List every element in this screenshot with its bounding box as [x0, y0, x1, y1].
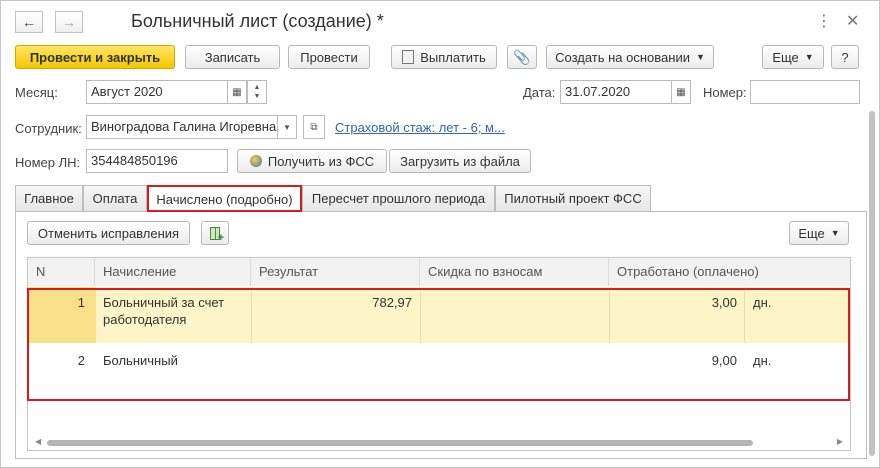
attach-button[interactable]: 📎 [507, 45, 537, 69]
save-button[interactable]: Записать [185, 45, 280, 69]
panel-more-label: Еще [798, 225, 825, 241]
date-label: Дата: [523, 85, 556, 100]
pay-button[interactable]: Выплатить [391, 45, 497, 69]
scroll-thumb[interactable] [869, 111, 875, 456]
help-button[interactable]: ? [831, 45, 859, 69]
month-input[interactable]: Август 2020 [86, 80, 228, 104]
pay-button-label: Выплатить [420, 49, 486, 65]
column-header-n[interactable]: N [28, 258, 95, 286]
step-up-icon: ▲ [253, 84, 261, 91]
add-table-button[interactable]: + [201, 221, 229, 245]
create-based-on-button[interactable]: Создать на основании ▼ [546, 45, 714, 69]
ln-number-input[interactable]: 354484850196 [86, 149, 228, 173]
tab-recalc-previous[interactable]: Пересчет прошлого периода [302, 185, 495, 211]
employee-dropdown-button[interactable]: ▼ [277, 115, 297, 139]
employee-label: Сотрудник: [15, 121, 82, 136]
vertical-scrollbar[interactable] [867, 61, 877, 461]
back-button[interactable]: ← [15, 11, 43, 33]
date-calendar-button[interactable]: ▦ [671, 80, 691, 104]
document-window: ← → Больничный лист (создание) * ⋮ ✕ Про… [0, 0, 880, 468]
employee-input[interactable]: Виноградова Галина Игоревна [86, 115, 278, 139]
back-arrow-icon: ← [22, 14, 36, 30]
post-and-close-button[interactable]: Провести и закрыть [15, 45, 175, 69]
date-input[interactable]: 31.07.2020 [560, 80, 672, 104]
tab-payment[interactable]: Оплата [83, 185, 147, 211]
forward-button[interactable]: → [55, 11, 83, 33]
paperclip-icon: 📎 [513, 48, 531, 65]
scroll-right-icon[interactable]: ▶ [837, 437, 843, 446]
chevron-down-icon: ▼ [283, 122, 291, 132]
open-window-icon: ⧉ [310, 121, 318, 133]
ln-label: Номер ЛН: [15, 155, 81, 170]
open-employee-button[interactable]: ⧉ [303, 115, 325, 139]
rows-highlight-frame [27, 288, 850, 401]
column-header-discount[interactable]: Скидка по взносам [420, 258, 609, 286]
document-icon [402, 50, 415, 64]
chevron-down-icon: ▼ [830, 228, 840, 238]
month-label: Месяц: [15, 85, 58, 100]
more-button-label: Еще [772, 49, 799, 65]
scroll-thumb[interactable] [47, 440, 753, 446]
load-from-file-button[interactable]: Загрузить из файла [389, 149, 531, 173]
column-header-accrual[interactable]: Начисление [95, 258, 251, 286]
chevron-down-icon: ▼ [695, 52, 705, 62]
number-label: Номер: [703, 85, 747, 100]
tab-pilot-fss[interactable]: Пилотный проект ФСС [495, 185, 651, 211]
get-from-fss-label: Получить из ФСС [267, 153, 375, 169]
horizontal-scrollbar[interactable]: ◀ ▶ [35, 437, 843, 447]
table-add-icon: + [210, 226, 224, 244]
column-header-worked[interactable]: Отработано (оплачено) [609, 258, 850, 286]
more-button[interactable]: Еще ▼ [762, 45, 824, 69]
fss-logo-icon [249, 155, 262, 167]
scroll-left-icon[interactable]: ◀ [35, 437, 41, 446]
calendar-icon: ▦ [676, 86, 686, 98]
post-button[interactable]: Провести [288, 45, 370, 69]
tab-main[interactable]: Главное [15, 185, 83, 211]
month-stepper[interactable]: ▲ ▼ [247, 80, 267, 104]
more-options-icon[interactable]: ⋮ [816, 11, 832, 31]
panel-more-button[interactable]: Еще ▼ [789, 221, 849, 245]
tab-accrued-detailed[interactable]: Начислено (подробно) [147, 185, 302, 212]
cancel-corrections-button[interactable]: Отменить исправления [27, 221, 190, 245]
calendar-button[interactable]: ▦ [227, 80, 247, 104]
number-input[interactable] [750, 80, 860, 104]
close-icon[interactable]: ✕ [846, 11, 859, 31]
step-down-icon: ▼ [253, 93, 261, 100]
calendar-icon: ▦ [232, 86, 242, 98]
chevron-down-icon: ▼ [804, 52, 814, 62]
forward-arrow-icon: → [62, 14, 76, 30]
column-header-result[interactable]: Результат [251, 258, 420, 286]
get-from-fss-button[interactable]: Получить из ФСС [237, 149, 387, 173]
insurance-experience-link[interactable]: Страховой стаж: лет - 6; м... [335, 120, 505, 135]
create-based-on-label: Создать на основании [555, 49, 690, 65]
window-title: Больничный лист (создание) * [131, 11, 384, 31]
